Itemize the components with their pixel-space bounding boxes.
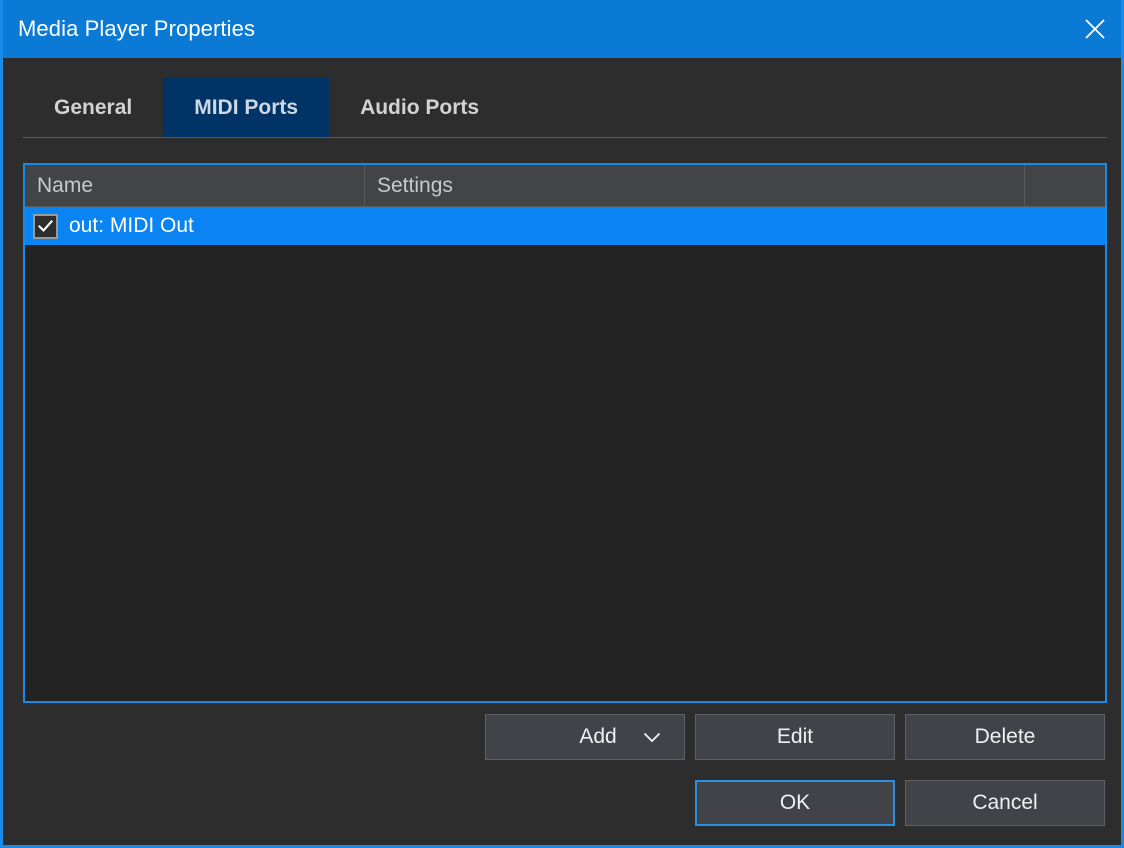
tab-general[interactable]: General: [23, 78, 163, 137]
add-button-label: Add: [579, 725, 617, 748]
chevron-down-icon: [642, 731, 662, 744]
port-enabled-checkbox[interactable]: [33, 213, 58, 239]
check-icon: [37, 218, 54, 235]
cancel-button-label: Cancel: [972, 791, 1038, 814]
delete-button-label: Delete: [974, 725, 1036, 748]
column-header-settings-label: Settings: [377, 173, 453, 197]
add-button[interactable]: Add: [485, 714, 685, 760]
delete-button[interactable]: Delete: [905, 714, 1105, 760]
column-header-name[interactable]: Name: [25, 165, 365, 206]
midi-ports-list[interactable]: Name Settings out: MIDI Out: [23, 163, 1107, 703]
column-header-extra[interactable]: [1025, 165, 1105, 206]
close-button[interactable]: [1066, 0, 1121, 58]
tab-audio-ports-label: Audio Ports: [360, 95, 480, 119]
tab-strip: General MIDI Ports Audio Ports: [3, 58, 1121, 138]
table-row[interactable]: out: MIDI Out: [25, 207, 1105, 245]
list-body: out: MIDI Out: [25, 207, 1105, 701]
tab-midi-ports-label: MIDI Ports: [194, 95, 299, 119]
titlebar: Media Player Properties: [3, 0, 1121, 58]
tab-separator: [23, 137, 1107, 138]
ok-button-label: OK: [779, 791, 811, 814]
tab-midi-ports[interactable]: MIDI Ports: [163, 78, 330, 137]
ok-button[interactable]: OK: [695, 780, 895, 826]
close-icon: [1082, 16, 1108, 42]
table-row-name: out: MIDI Out: [69, 214, 194, 237]
column-header-settings[interactable]: Settings: [365, 165, 1025, 206]
media-player-properties-dialog: Media Player Properties General MIDI Por…: [0, 0, 1124, 848]
tab-general-label: General: [54, 95, 133, 119]
list-header-row: Name Settings: [25, 165, 1105, 207]
edit-button-label: Edit: [776, 725, 814, 748]
window-title: Media Player Properties: [18, 16, 256, 41]
column-header-name-label: Name: [37, 173, 94, 197]
cancel-button[interactable]: Cancel: [905, 780, 1105, 826]
tab-audio-ports[interactable]: Audio Ports: [329, 78, 510, 137]
edit-button[interactable]: Edit: [695, 714, 895, 760]
